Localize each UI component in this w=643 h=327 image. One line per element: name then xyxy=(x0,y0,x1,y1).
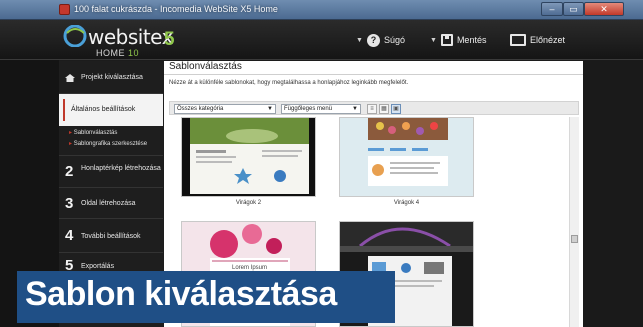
scrollbar-thumb[interactable] xyxy=(571,235,578,243)
sidebar-item-sitemap[interactable]: 2 Honlaptérkép létrehozása xyxy=(59,157,163,187)
small-grid-view-icon[interactable]: ▦ xyxy=(379,104,389,114)
preview-label: Előnézet xyxy=(530,35,566,45)
large-grid-view-icon[interactable]: ▣ xyxy=(391,104,401,114)
subnav-template-graphics[interactable]: Sablongrafika szerkesztése xyxy=(69,140,147,147)
category-select-value: Összes kategória xyxy=(177,106,224,112)
maximize-button[interactable]: ▭ xyxy=(563,2,584,16)
chevron-down-icon: ▼ xyxy=(430,36,437,44)
filter-toolbar: Összes kategória ▼ Függőleges menü ▼ ≡ ▦… xyxy=(169,101,579,115)
save-label: Mentés xyxy=(456,35,487,45)
save-icon xyxy=(440,34,453,46)
sidebar-item-label: További beállítások xyxy=(81,233,141,240)
active-indicator xyxy=(63,99,65,121)
list-view-icon[interactable]: ≡ xyxy=(367,104,377,114)
logo-swirl-icon xyxy=(63,25,87,47)
step-number: 2 xyxy=(65,163,74,180)
sidebar-item-label: Oldal létrehozása xyxy=(81,200,136,207)
preview-button[interactable]: Előnézet xyxy=(510,32,565,48)
template-caption: Virágok 2 xyxy=(235,200,262,206)
template-preview-image xyxy=(368,118,448,186)
overlay-caption: Sablon kiválasztása xyxy=(17,271,395,323)
page-title: Sablonválasztás xyxy=(169,61,242,72)
divider xyxy=(59,155,163,156)
logo-edition-name: HOME xyxy=(96,48,125,58)
save-button[interactable]: ▼ Mentés xyxy=(430,32,486,48)
sidebar-item-label: Exportálás xyxy=(81,263,115,270)
subnav-template-select[interactable]: Sablonválasztás xyxy=(69,129,118,136)
minimize-button[interactable]: – xyxy=(541,2,563,16)
preview-icon xyxy=(510,34,526,46)
chevron-down-icon: ▼ xyxy=(352,106,358,112)
app-window: 100 falat cukrászda - Incomedia WebSite … xyxy=(0,0,643,327)
gallery-scrollbar[interactable] xyxy=(569,117,579,327)
chevron-down-icon: ▼ xyxy=(267,106,273,112)
page-description: Nézze át a különféle sablonokat, hogy me… xyxy=(169,80,409,86)
help-button[interactable]: ▼ ? Súgó xyxy=(356,32,405,48)
title-bar[interactable]: 100 falat cukrászda - Incomedia WebSite … xyxy=(0,0,643,20)
sidebar-item-general-settings[interactable]: Általános beállítások xyxy=(59,94,163,126)
sidebar-item-label: Általános beállítások xyxy=(71,106,136,113)
sidebar-item-label: Honlaptérkép létrehozása xyxy=(81,165,161,172)
sidebar-item-more-settings[interactable]: 4 További beállítások xyxy=(59,219,163,251)
help-label: Súgó xyxy=(383,35,405,45)
app-header: websitex 5 HOME 10 ▼ ? Súgó ▼ Mentés Elő… xyxy=(0,20,643,60)
help-icon: ? xyxy=(366,33,380,47)
category-select[interactable]: Összes kategória ▼ xyxy=(174,104,276,114)
template-caption: Virágok 4 xyxy=(393,200,420,206)
sidebar-item-page-create[interactable]: 3 Oldal létrehozása xyxy=(59,187,163,217)
chevron-down-icon: ▼ xyxy=(356,36,363,44)
sidebar-item-project[interactable]: Projekt kiválasztása xyxy=(59,63,163,93)
window-title: 100 falat cukrászda - Incomedia WebSite … xyxy=(74,4,278,14)
step-number: 4 xyxy=(65,227,74,244)
template-thumbnail[interactable] xyxy=(339,117,474,197)
menu-type-select-value: Függőleges menü xyxy=(284,106,333,112)
home-icon xyxy=(65,74,75,82)
logo-edition-number: 10 xyxy=(128,48,140,58)
menu-type-select[interactable]: Függőleges menü ▼ xyxy=(281,104,361,114)
step-number: 3 xyxy=(65,195,74,212)
template-thumbnail[interactable] xyxy=(181,117,316,197)
logo-text: websitex xyxy=(88,25,173,49)
divider xyxy=(164,74,583,75)
close-button[interactable]: ✕ xyxy=(584,2,624,16)
app-icon xyxy=(59,4,70,15)
logo-edition: HOME 10 xyxy=(96,48,139,58)
logo-version: 5 xyxy=(164,29,175,50)
sidebar-item-label: Projekt kiválasztása xyxy=(81,74,143,81)
template-preview-image xyxy=(190,118,309,194)
right-frame xyxy=(583,20,643,327)
overlay-caption-text: Sablon kiválasztása xyxy=(25,275,337,313)
